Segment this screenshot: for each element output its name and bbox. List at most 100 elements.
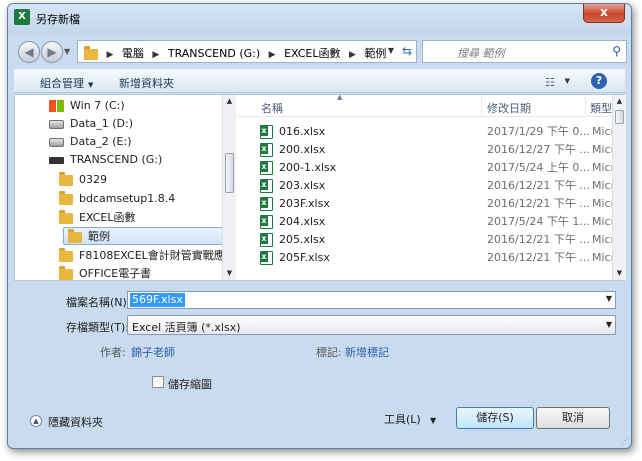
scroll-up-icon[interactable]: ▲ — [223, 95, 236, 108]
breadcrumb-excel-functions[interactable]: EXCEL函數 — [284, 47, 340, 60]
nav-item-folder-examples[interactable]: 範例 — [63, 227, 222, 245]
nav-item-label: F8108EXCEL會計財管實戰應用 — [79, 249, 222, 262]
file-name: 205F.xlsx — [279, 251, 330, 264]
new-folder-button[interactable]: 新增資料夾 — [119, 75, 174, 91]
nav-item-data2-drive[interactable]: Data_2 (E:) — [49, 133, 132, 151]
author-value[interactable]: 錦子老師 — [131, 344, 175, 360]
column-divider[interactable] — [585, 97, 586, 115]
nav-item-data1-drive[interactable]: Data_1 (D:) — [49, 115, 133, 133]
filename-field[interactable]: 569F.xlsx ▼ — [127, 291, 616, 309]
search-input[interactable]: 搜尋 範例 — [457, 45, 505, 61]
nav-item-folder-0329[interactable]: 0329 — [59, 171, 107, 189]
nav-item-label: 範例 — [88, 230, 110, 243]
nav-item-folder-f8108[interactable]: F8108EXCEL會計財管實戰應用 — [59, 247, 222, 265]
file-row[interactable]: 016.xlsx 2017/1/29 下午 0...Micro — [237, 123, 612, 141]
file-date: 2017/5/24 下午 1... — [487, 215, 590, 228]
save-options: 檔案名稱(N): 569F.xlsx ▼ 存檔類型(T): Excel 活頁簿 … — [14, 284, 625, 444]
author-label: 作者: — [100, 346, 126, 359]
file-type: Micro — [592, 215, 612, 228]
file-row[interactable]: 200.xlsx 2016/12/27 下午 ...Micro — [237, 141, 612, 159]
excel-file-icon — [260, 233, 273, 247]
chevron-down-icon: ▼ — [88, 81, 94, 89]
help-icon[interactable]: ? — [591, 73, 607, 89]
column-date[interactable]: 修改日期 — [487, 100, 531, 116]
chevron-down-icon[interactable]: ▼ — [606, 294, 612, 303]
chevron-right-icon[interactable]: ▶ — [349, 50, 356, 60]
column-header-row: ▲ 名稱 修改日期 類型 — [237, 95, 612, 117]
nav-item-folder-office[interactable]: OFFICE電子書 — [59, 265, 151, 280]
file-type-select[interactable]: Excel 活頁簿 (*.xlsx) ▼ — [127, 315, 616, 335]
file-type: Micro — [592, 125, 612, 138]
cancel-button[interactable]: 取消 — [536, 407, 610, 429]
resize-grip-icon[interactable]: ⋰ — [621, 436, 629, 445]
forward-button[interactable]: ▶ — [41, 41, 63, 63]
scroll-down-icon[interactable]: ▼ — [223, 267, 236, 280]
scrollbar-thumb[interactable] — [225, 153, 234, 193]
nav-item-folder-bdcam[interactable]: bdcamsetup1.8.4 — [59, 190, 175, 208]
nav-item-label: bdcamsetup1.8.4 — [79, 192, 176, 205]
address-dropdown-icon[interactable]: ▼ — [388, 46, 394, 55]
recent-locations-dropdown[interactable]: ▼ — [64, 47, 70, 56]
filename-value[interactable]: 569F.xlsx — [130, 293, 185, 307]
column-divider[interactable] — [481, 97, 482, 115]
search-box[interactable]: 搜尋 範例 ⚲ — [422, 40, 627, 63]
tools-dropdown-icon[interactable]: ▼ — [430, 416, 436, 425]
save-thumbnail-checkbox[interactable] — [152, 376, 164, 388]
save-thumbnail-label[interactable]: 儲存縮圖 — [168, 376, 212, 392]
scroll-down-icon[interactable]: ▼ — [613, 267, 626, 280]
chevron-right-icon[interactable]: ▶ — [269, 50, 276, 60]
navigation-pane[interactable]: Win 7 (C:) Data_1 (D:) Data_2 (E:) TRANS… — [15, 95, 222, 280]
breadcrumb-computer[interactable]: 電腦 — [122, 47, 144, 60]
close-button[interactable]: x — [583, 4, 625, 23]
search-icon[interactable]: ⚲ — [612, 44, 621, 58]
back-button[interactable]: ◀ — [18, 41, 40, 63]
file-date: 2017/1/29 下午 0... — [487, 125, 590, 138]
breadcrumb-examples[interactable]: 範例 — [364, 47, 386, 60]
organize-button[interactable]: 組合管理 ▼ — [40, 75, 93, 91]
file-type: Micro — [592, 233, 612, 246]
column-type[interactable]: 類型 — [590, 100, 612, 116]
file-type: Micro — [592, 179, 612, 192]
breadcrumb-transcend[interactable]: TRANSCEND (G:) — [168, 47, 260, 60]
nav-pane-scrollbar[interactable]: ▲ ▼ — [222, 95, 236, 280]
view-options-icon[interactable]: ☷ — [545, 76, 555, 89]
nav-item-folder-excel[interactable]: EXCEL函數 — [59, 209, 135, 227]
file-row[interactable]: 205F.xlsx 2016/12/21 下午 ...Micro — [237, 249, 612, 267]
file-row[interactable]: 200-1.xlsx 2017/5/24 上午 0...Micro — [237, 159, 612, 177]
hide-folders-button[interactable]: 隱藏資料夾 — [48, 414, 103, 430]
tools-button[interactable]: 工具(L) — [384, 411, 421, 427]
file-list-pane[interactable]: ▲ 名稱 修改日期 類型 016.xlsx2017/1/29 下午 0...Mi… — [237, 95, 612, 280]
file-name: 205.xlsx — [279, 233, 326, 246]
command-bar: 組合管理 ▼ 新增資料夾 ☷ ▼ ? — [14, 69, 625, 93]
save-as-dialog: X 另存新檔 x ◀ ▶ ▼ ▶ 電腦 ▶ TRANSCEND (G:) ▶ E… — [7, 3, 632, 449]
folder-icon — [59, 265, 73, 280]
add-tag-link[interactable]: 新增標記 — [345, 344, 389, 360]
view-dropdown-icon[interactable]: ▼ — [565, 77, 570, 85]
file-date: 2016/12/21 下午 ... — [487, 179, 590, 192]
nav-item-transcend-drive[interactable]: TRANSCEND (G:) — [49, 151, 162, 169]
scroll-up-icon[interactable]: ▲ — [613, 95, 626, 108]
folder-icon — [59, 190, 73, 205]
column-name[interactable]: 名稱 — [261, 100, 283, 116]
refresh-icon[interactable]: ⇆ — [402, 44, 412, 58]
file-row[interactable]: 205.xlsx 2016/12/21 下午 ...Micro — [237, 231, 612, 249]
save-button[interactable]: 儲存(S) — [456, 407, 534, 429]
file-name: 200-1.xlsx — [279, 161, 337, 174]
excel-icon: X — [14, 9, 30, 25]
address-bar[interactable]: ▶ 電腦 ▶ TRANSCEND (G:) ▶ EXCEL函數 ▶ 範例 ▼ ⇆ — [77, 40, 417, 63]
scrollbar-thumb[interactable] — [615, 110, 624, 124]
excel-file-icon — [260, 125, 273, 139]
file-row[interactable]: 204.xlsx 2017/5/24 下午 1...Micro — [237, 213, 612, 231]
chevron-right-icon[interactable]: ▶ — [107, 50, 114, 60]
file-list-scrollbar[interactable]: ▲ ▼ — [612, 95, 626, 280]
file-type-label: 存檔類型(T): — [66, 321, 130, 334]
chevron-right-icon[interactable]: ▶ — [152, 50, 159, 60]
file-row[interactable]: 203F.xlsx 2016/12/21 下午 ...Micro — [237, 195, 612, 213]
file-row[interactable]: 203.xlsx 2016/12/21 下午 ...Micro — [237, 177, 612, 195]
excel-file-icon — [260, 197, 273, 211]
breadcrumb: ▶ 電腦 ▶ TRANSCEND (G:) ▶ EXCEL函數 ▶ 範例 — [84, 45, 386, 61]
chevron-up-icon[interactable]: ▲ — [30, 415, 42, 427]
window-title: 另存新檔 — [36, 13, 80, 26]
nav-item-win7-drive[interactable]: Win 7 (C:) — [49, 97, 125, 115]
title-bar[interactable]: X 另存新檔 x — [8, 4, 631, 34]
